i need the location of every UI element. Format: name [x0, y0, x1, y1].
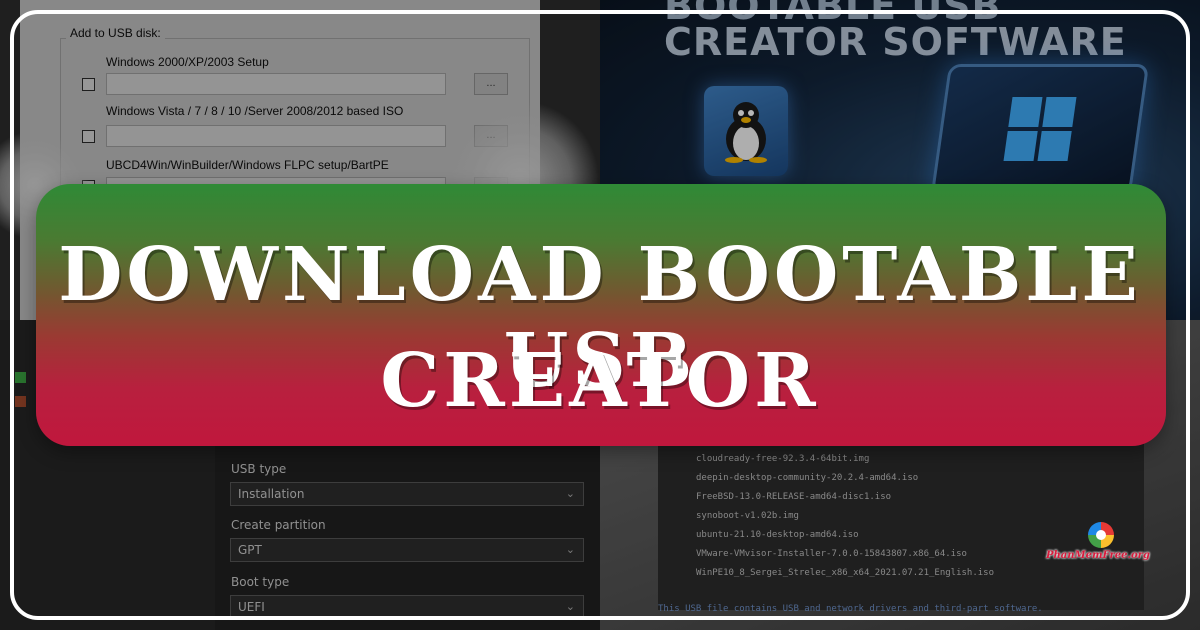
thumbnail-canvas: Add to USB disk: Windows 2000/XP/2003 Se… [0, 0, 1200, 630]
banner-title-line-2: CREATOR [380, 338, 820, 424]
watermark-logo-icon [1088, 522, 1114, 548]
watermark-text: PhanMemFree.org [1046, 550, 1150, 561]
